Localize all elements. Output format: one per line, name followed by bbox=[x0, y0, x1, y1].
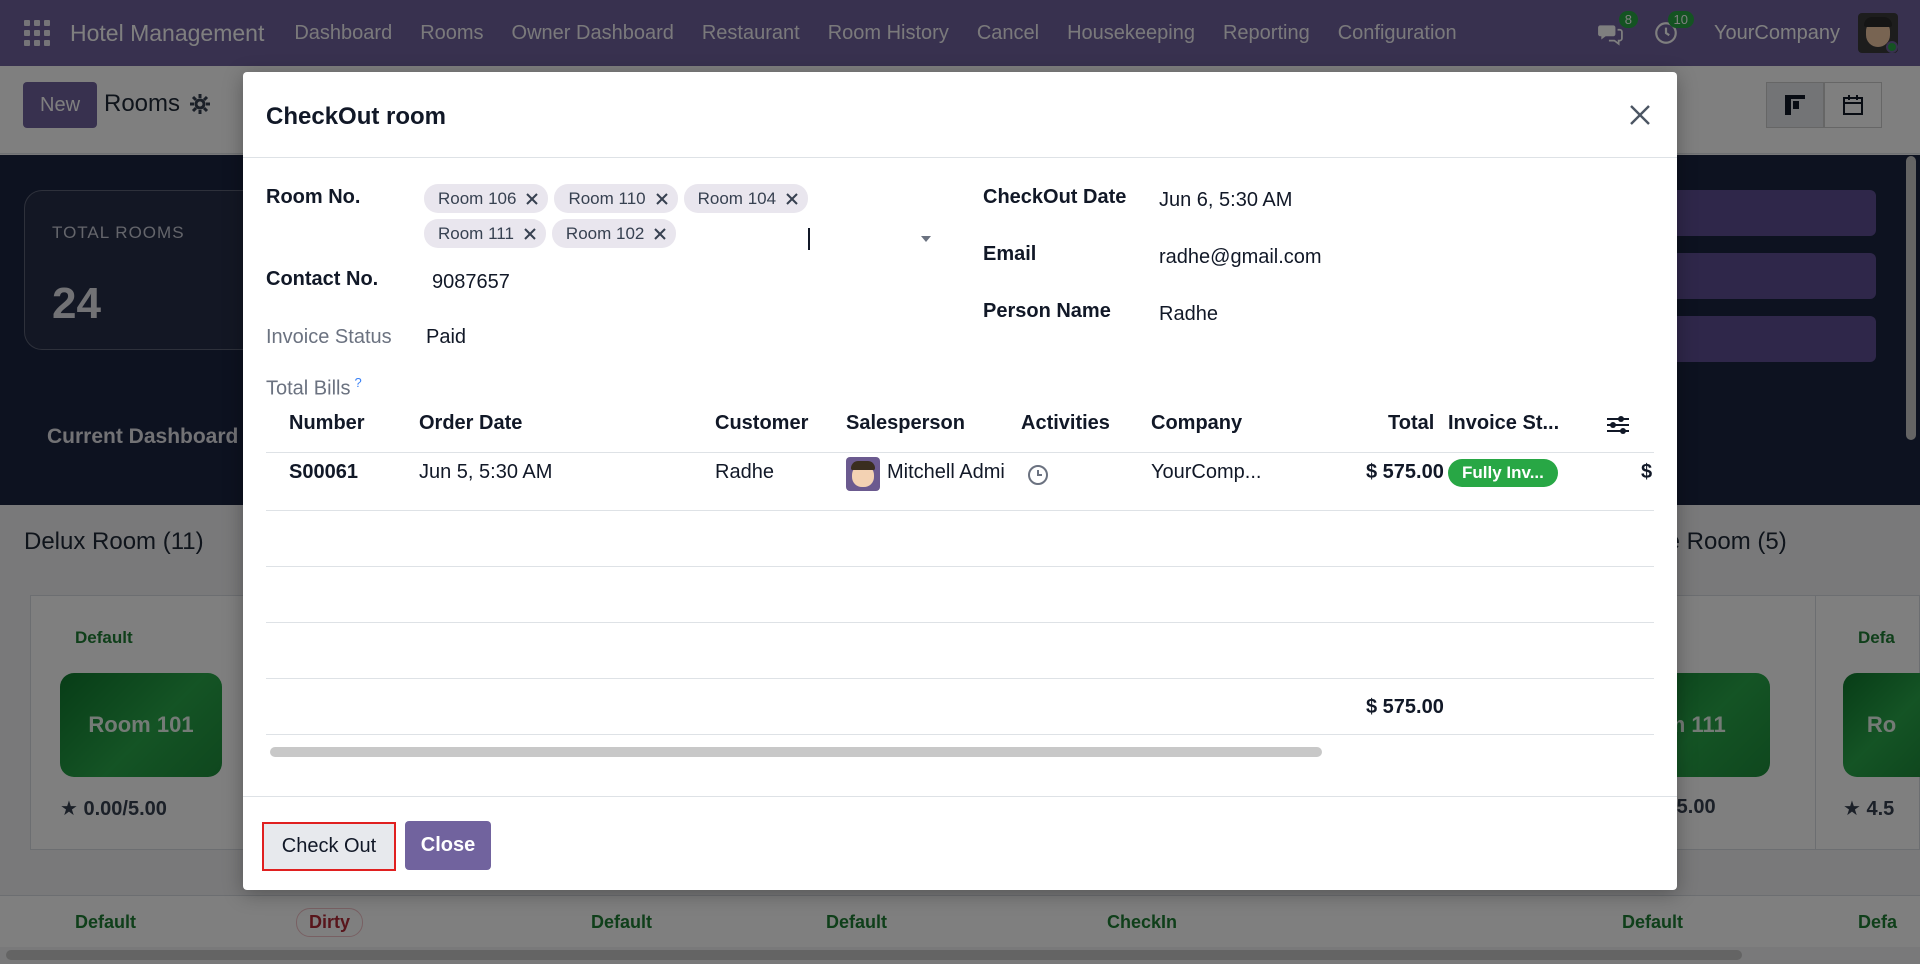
person-name-field[interactable]: Radhe bbox=[1159, 303, 1218, 326]
room-tag-label: Room 104 bbox=[697, 188, 777, 208]
close-button[interactable]: Close bbox=[405, 821, 491, 870]
invoice-status-label: Invoice Status bbox=[266, 326, 392, 348]
row-divider bbox=[266, 510, 1654, 511]
activity-clock-icon[interactable] bbox=[1026, 463, 1050, 487]
cell-overflow: $ bbox=[1641, 461, 1653, 483]
column-header-total[interactable]: Total bbox=[1388, 412, 1434, 435]
room-no-tags-field[interactable]: Room 106 Room 110 Room 104 Room 111 Room… bbox=[424, 184, 844, 248]
column-header-number[interactable]: Number bbox=[289, 412, 365, 435]
email-label: Email bbox=[983, 243, 1037, 265]
row-divider bbox=[266, 452, 1654, 453]
invoice-status-value: Paid bbox=[426, 326, 467, 348]
remove-tag-icon[interactable] bbox=[526, 192, 539, 205]
row-divider bbox=[266, 622, 1654, 623]
total-bills-label: Total Bills? bbox=[266, 375, 362, 401]
help-tooltip-icon[interactable]: ? bbox=[354, 375, 361, 390]
cell-company: YourComp... bbox=[1151, 461, 1262, 483]
contact-no-label: Contact No. bbox=[266, 268, 379, 290]
column-header-invoice-status[interactable]: Invoice St... bbox=[1448, 412, 1559, 435]
column-header-activities[interactable]: Activities bbox=[1021, 412, 1110, 435]
person-name-label: Person Name bbox=[983, 300, 1111, 322]
close-icon[interactable] bbox=[1625, 100, 1655, 130]
dialog-header: CheckOut room bbox=[243, 72, 1677, 158]
cell-number: S00061 bbox=[289, 461, 358, 483]
room-no-label: Room No. bbox=[266, 186, 361, 208]
total-bills-text: Total Bills bbox=[266, 377, 351, 400]
checkout-date-label: CheckOut Date bbox=[983, 186, 1127, 208]
checkout-date-field[interactable]: Jun 6, 5:30 AM bbox=[1159, 189, 1292, 212]
room-tag-label: Room 111 bbox=[438, 223, 514, 243]
room-tag: Room 110 bbox=[554, 184, 678, 213]
text-caret bbox=[808, 228, 810, 250]
remove-tag-icon[interactable] bbox=[654, 227, 667, 240]
dialog-footer: Check Out Close bbox=[243, 796, 1677, 890]
room-tag: Room 106 bbox=[424, 184, 549, 213]
room-tag: Room 102 bbox=[551, 219, 677, 248]
column-header-company[interactable]: Company bbox=[1151, 412, 1242, 435]
remove-tag-icon[interactable] bbox=[524, 227, 536, 240]
optional-columns-icon[interactable] bbox=[1605, 412, 1631, 438]
contact-no-field[interactable]: 9087657 bbox=[432, 271, 510, 294]
invoice-status-badge: Fully Inv... bbox=[1448, 459, 1558, 487]
room-tag-label: Room 102 bbox=[565, 223, 645, 243]
cell-salesperson: Mitchell Admi bbox=[887, 461, 1005, 483]
cell-customer: Radhe bbox=[715, 461, 774, 483]
cell-total: $ 575.00 bbox=[1366, 461, 1444, 483]
row-divider bbox=[266, 734, 1654, 735]
column-header-salesperson[interactable]: Salesperson bbox=[846, 412, 965, 435]
email-field[interactable]: radhe@gmail.com bbox=[1159, 246, 1322, 269]
salesperson-avatar bbox=[846, 457, 880, 491]
row-divider bbox=[266, 678, 1654, 679]
column-header-customer[interactable]: Customer bbox=[715, 412, 808, 435]
cell-order-date: Jun 5, 5:30 AM bbox=[419, 461, 553, 483]
dropdown-arrow-icon[interactable] bbox=[921, 236, 931, 242]
row-divider bbox=[266, 566, 1654, 567]
room-tag: Room 111 bbox=[424, 219, 546, 248]
checkout-room-dialog: CheckOut room Room No. Room 106 Room 110… bbox=[243, 72, 1677, 890]
room-tag-label: Room 110 bbox=[568, 188, 646, 208]
room-tag-label: Room 106 bbox=[438, 188, 517, 208]
dialog-title: CheckOut room bbox=[266, 103, 447, 130]
table-horizontal-scrollbar[interactable] bbox=[270, 747, 1322, 757]
check-out-button[interactable]: Check Out bbox=[262, 822, 396, 871]
column-header-order-date[interactable]: Order Date bbox=[419, 412, 522, 435]
room-tag: Room 104 bbox=[683, 184, 809, 213]
remove-tag-icon[interactable] bbox=[655, 192, 668, 205]
table-footer-total: $ 575.00 bbox=[1366, 696, 1444, 718]
remove-tag-icon[interactable] bbox=[786, 192, 798, 205]
